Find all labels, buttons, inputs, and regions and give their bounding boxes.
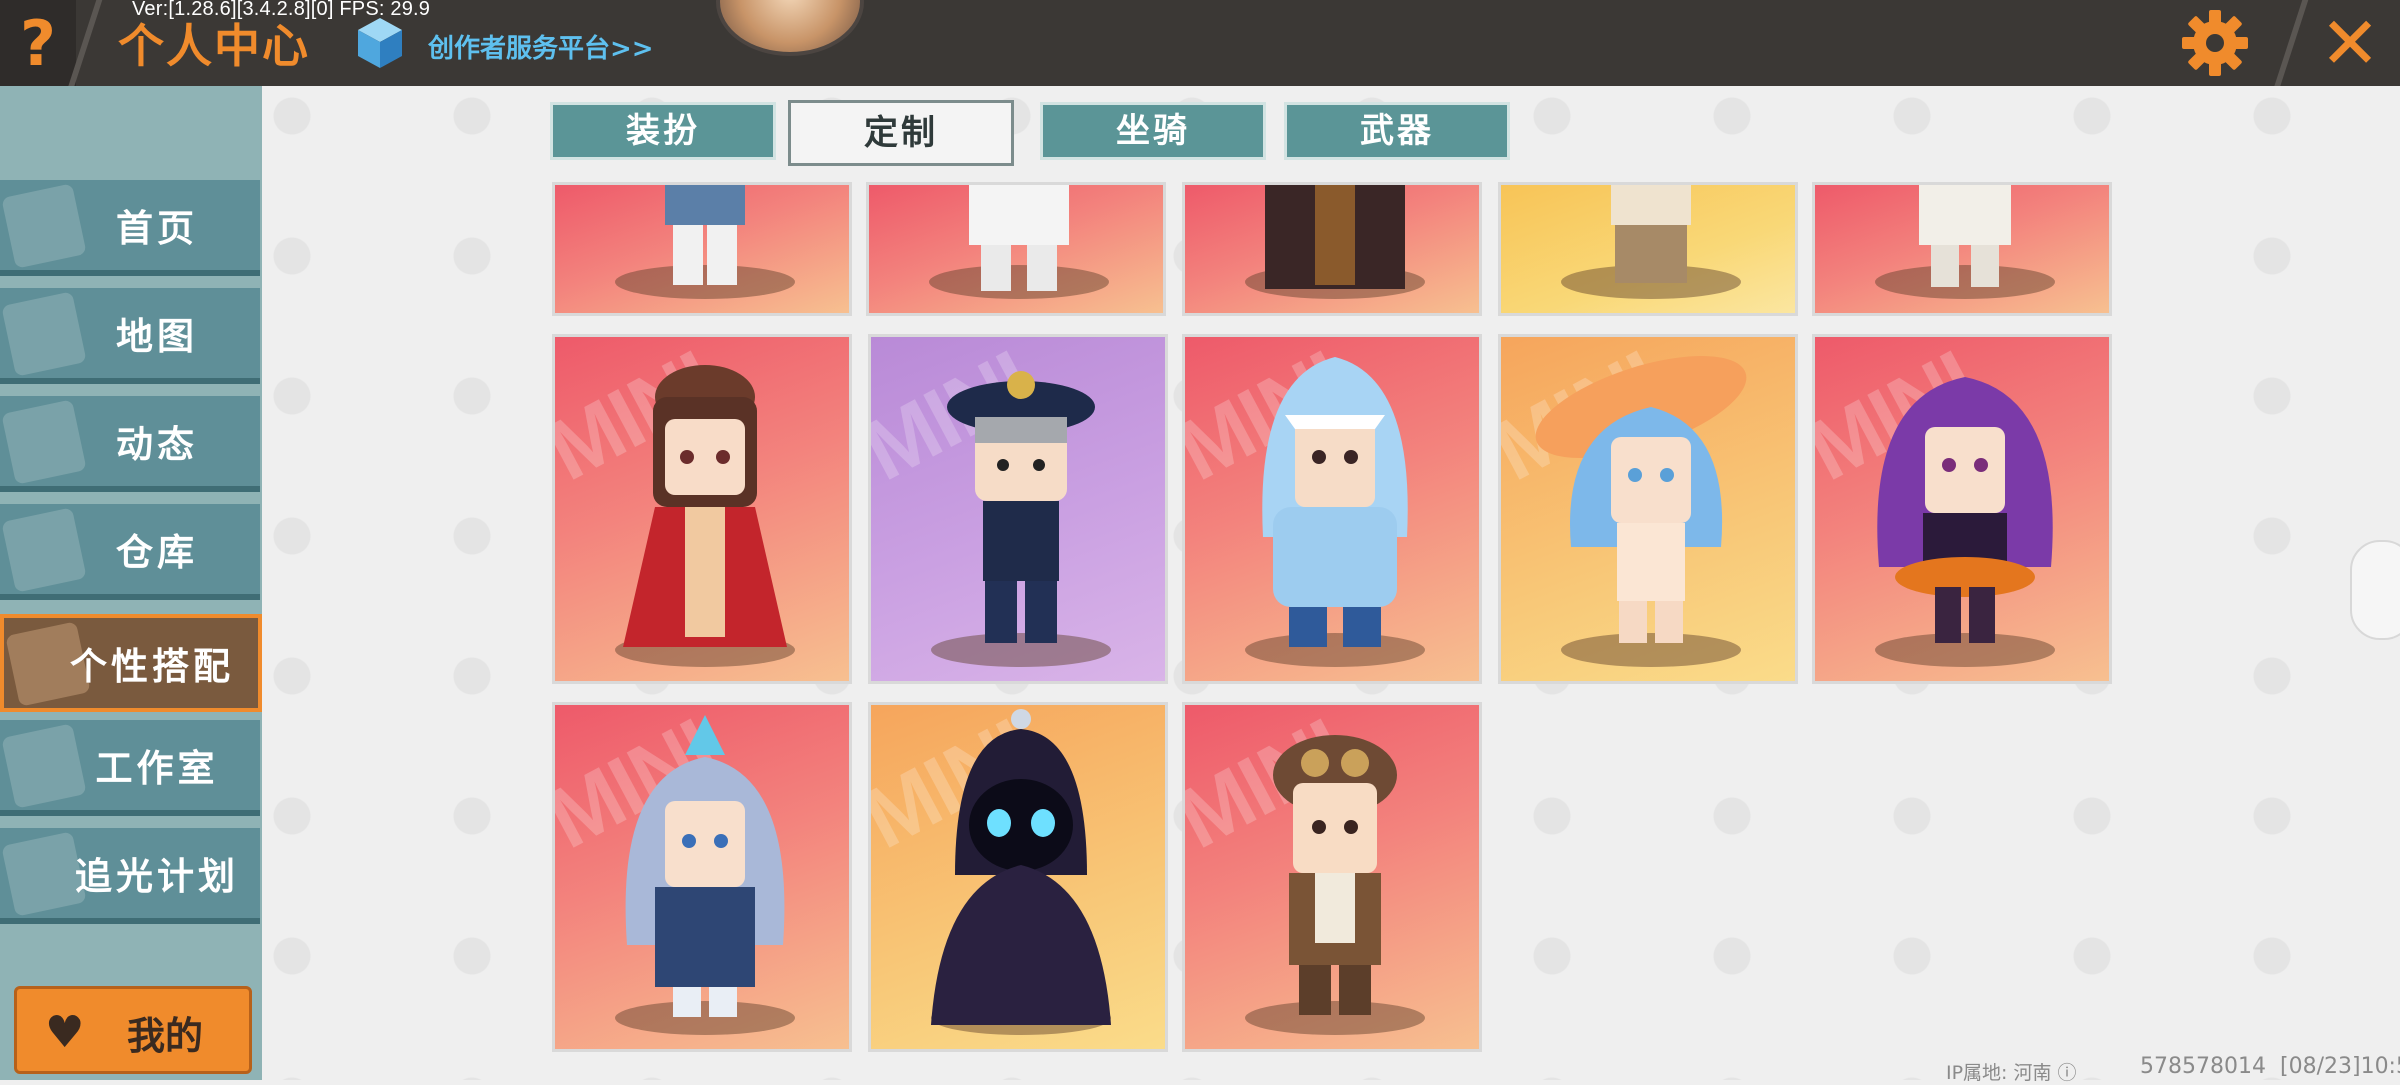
character-figure [947,371,1095,643]
sidebar-item-label: 地图 [116,315,198,358]
skin-card[interactable] [552,182,852,316]
sidebar: 首页 地图 动态 仓库 个性搭配 工作室 追光计划 [0,86,262,1080]
skin-card[interactable] [866,182,1166,316]
mine-label: 我的 [127,1014,204,1058]
sidebar-item-label: 仓库 [116,531,198,574]
skin-card[interactable]: MINI [1182,334,1482,684]
skin-card[interactable] [1182,182,1482,316]
character-figure [1877,377,2053,643]
character-figure [665,185,745,285]
skin-card[interactable]: MINI [1812,334,2112,684]
ip-location: IP属地: 河南 ⓘ [1946,1062,2077,1084]
avatar[interactable] [716,0,864,56]
sidebar-item-label: 个性搭配 [70,645,234,688]
character-figure [931,709,1111,1025]
help-button[interactable]: ? [0,0,76,86]
sidebar-item-home[interactable]: 首页 [0,180,260,276]
sidebar-item-label: 动态 [116,423,198,466]
tab-custom[interactable]: 定制 [788,100,1014,166]
question-icon: ? [20,6,56,80]
sidebar-item-label: 首页 [116,207,198,250]
tab-weapon[interactable]: 武器 [1284,102,1510,160]
top-bar: ? 个人中心 Ver:[1.28.6][3.4.2.8][0] FPS: 29.… [0,0,2400,94]
skin-card[interactable]: MINI [868,334,1168,684]
mine-button[interactable]: ♥ 我的 [14,986,252,1074]
character-figure [623,365,787,647]
timestamp: [08/23]10:5 [2280,1054,2400,1079]
sidebar-item-label: 追光计划 [75,855,239,898]
sidebar-item-warehouse[interactable]: 仓库 [0,504,260,600]
gear-icon[interactable] [2180,8,2250,78]
skin-card[interactable]: MINI [552,334,852,684]
sidebar-item-feed[interactable]: 动态 [0,396,260,492]
character-figure [1265,185,1405,289]
sidebar-item-spotlight[interactable]: 追光计划 [0,828,260,924]
sidebar-item-label: 工作室 [95,747,219,790]
character-figure [1273,735,1397,1015]
sidebar-item-style[interactable]: 个性搭配 [0,614,262,712]
creator-platform-link[interactable]: 创作者服务平台>> [428,28,654,65]
skin-card[interactable]: MINI [868,702,1168,1052]
character-figure [1919,185,2011,287]
chat-bubble-button[interactable] [2350,540,2400,640]
cube-icon [358,18,402,68]
sidebar-item-map[interactable]: 地图 [0,288,260,384]
tab-mount[interactable]: 坐骑 [1040,102,1266,160]
skin-card[interactable]: MINI [1498,334,1798,684]
skin-card[interactable] [1812,182,2112,316]
skin-card[interactable]: MINI [552,702,852,1052]
character-figure [1262,357,1408,647]
sidebar-item-studio[interactable]: 工作室 [0,720,260,816]
heart-icon: ♥ [45,1007,85,1058]
skin-card[interactable]: MINI [1182,702,1482,1052]
character-figure [969,185,1069,291]
close-button[interactable]: ✕ [2300,0,2400,86]
user-id: 578578014 [2140,1054,2266,1079]
close-icon: ✕ [2319,1,2381,85]
character-figure [625,715,785,1017]
skin-card[interactable] [1498,182,1798,316]
character-figure [1535,355,1747,643]
tab-outfit[interactable]: 装扮 [550,102,776,160]
character-figure [1611,185,1691,283]
